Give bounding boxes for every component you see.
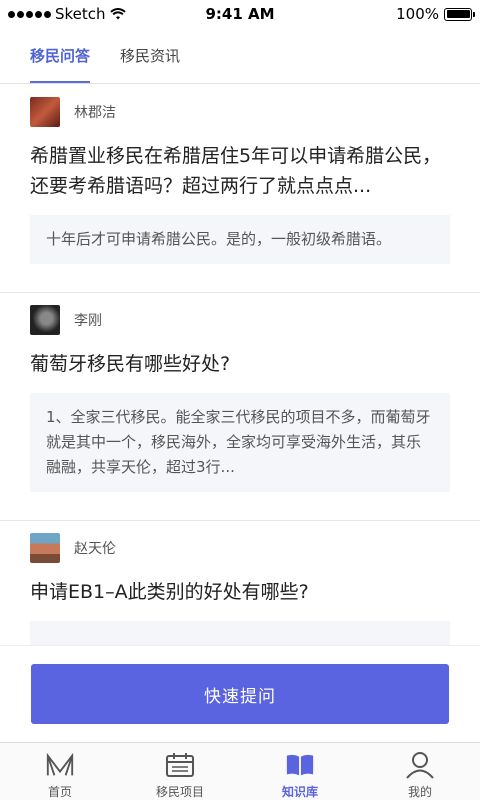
home-logo-icon <box>45 751 75 779</box>
book-icon <box>285 751 315 779</box>
action-bar: 快速提问 <box>0 645 480 742</box>
author-row: 林郡洁 <box>30 97 450 127</box>
nav-label: 首页 <box>47 785 72 799</box>
author-name: 林郡洁 <box>74 105 116 121</box>
nav-item-knowledge[interactable]: 知识库 <box>240 743 360 800</box>
nav-label: 知识库 <box>281 785 318 799</box>
battery-icon <box>444 7 475 21</box>
qa-feed[interactable]: 林郡洁 希腊置业移民在希腊居住5年可以申请希腊公民，还要考希腊语吗？超过两行了就… <box>0 85 480 645</box>
tab-immigration-qa[interactable]: 移民问答 <box>30 28 91 83</box>
status-left: Sketch <box>8 5 126 23</box>
top-tabs: 移民问答 移民资讯 <box>0 28 480 84</box>
status-bar: Sketch 9:41 AM 100% <box>0 0 480 28</box>
wifi-icon <box>109 8 126 20</box>
qa-card[interactable]: 李刚 葡萄牙移民有哪些好处? 1、全家三代移民。能全家三代移民的项目不多，而葡萄… <box>0 293 480 521</box>
user-icon <box>405 751 435 779</box>
question-title[interactable]: 葡萄牙移民有哪些好处? <box>30 349 450 379</box>
nav-item-profile[interactable]: 我的 <box>360 743 480 800</box>
carrier-label: Sketch <box>55 5 106 23</box>
qa-card[interactable]: 赵天伦 申请EB1–A此类别的好处有哪些? <box>0 521 480 645</box>
avatar[interactable] <box>30 305 60 335</box>
answer-preview[interactable] <box>30 621 450 645</box>
bottom-nav: 首页 移民项目 知识库 我的 <box>0 742 480 800</box>
qa-card[interactable]: 林郡洁 希腊置业移民在希腊居住5年可以申请希腊公民，还要考希腊语吗？超过两行了就… <box>0 85 480 293</box>
nav-item-projects[interactable]: 移民项目 <box>120 743 240 800</box>
tab-immigration-news[interactable]: 移民资讯 <box>120 28 180 83</box>
quick-ask-button[interactable]: 快速提问 <box>31 664 449 724</box>
nav-label: 我的 <box>407 785 432 799</box>
nav-label: 移民项目 <box>155 785 204 799</box>
answer-preview[interactable]: 十年后才可申请希腊公民。是的，一般初级希腊语。 <box>30 215 450 264</box>
question-title[interactable]: 希腊置业移民在希腊居住5年可以申请希腊公民，还要考希腊语吗？超过两行了就点点点.… <box>30 141 450 201</box>
author-name: 李刚 <box>74 313 102 329</box>
avatar[interactable] <box>30 97 60 127</box>
author-name: 赵天伦 <box>74 541 116 557</box>
calendar-icon <box>165 751 195 779</box>
status-right: 100% <box>396 5 475 23</box>
nav-item-home[interactable]: 首页 <box>0 743 120 800</box>
answer-preview[interactable]: 1、全家三代移民。能全家三代移民的项目不多，而葡萄牙就是其中一个，移民海外，全家… <box>30 393 450 492</box>
battery-percent: 100% <box>396 5 439 23</box>
question-title[interactable]: 申请EB1–A此类别的好处有哪些? <box>30 577 450 607</box>
avatar[interactable] <box>30 533 60 563</box>
author-row: 赵天伦 <box>30 533 450 563</box>
signal-icon <box>8 10 51 18</box>
author-row: 李刚 <box>30 305 450 335</box>
